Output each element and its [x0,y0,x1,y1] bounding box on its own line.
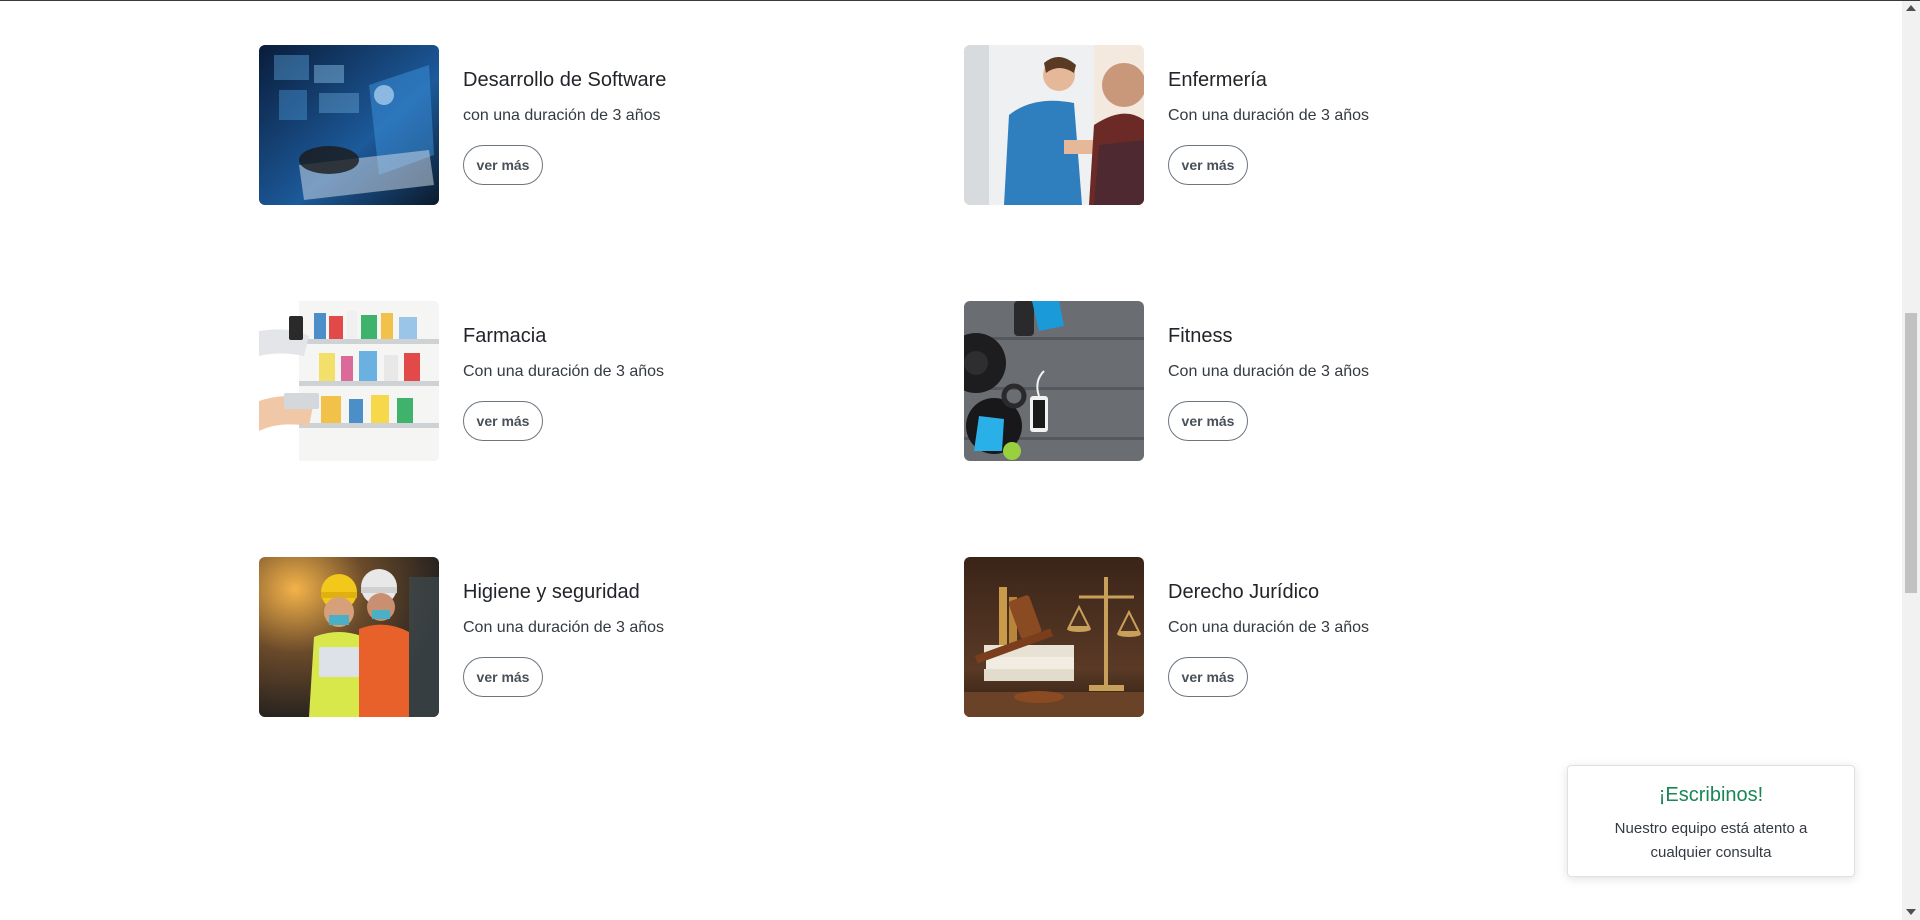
course-description: Con una duración de 3 años [1168,363,1370,380]
course-title: Enfermería [1168,69,1267,91]
chat-widget-text: Nuestro equipo está atento a cualquier c… [1614,820,1808,861]
course-title: Farmacia [463,325,547,347]
ver-mas-button[interactable]: ver más [463,401,543,441]
course-description: Con una duración de 3 años [1168,619,1370,636]
ver-mas-button[interactable]: ver más [1168,657,1248,697]
contact-chat-widget[interactable]: ¡Escribinos! Nuestro equipo está atento … [1567,765,1855,877]
page: Desarrollo de Software con una duración … [0,0,1920,920]
ver-mas-button[interactable]: ver más [463,145,543,185]
fitness-photo [964,301,1144,461]
course-description: Con una duración de 3 años [463,363,665,380]
course-title: Fitness [1168,325,1233,347]
course-card-derecho: Derecho Jurídico Con una duración de 3 a… [964,557,1524,717]
nursing-photo [964,45,1144,205]
course-title: Desarrollo de Software [463,69,667,91]
safety-photo [259,557,439,717]
ver-mas-button[interactable]: ver más [463,657,543,697]
course-description: Con una duración de 3 años [1168,107,1370,124]
scroll-down-arrow-icon[interactable] [1906,909,1916,915]
course-title: Higiene y seguridad [463,581,640,603]
course-card-fitness: Fitness Con una duración de 3 años ver m… [964,301,1524,461]
scrollbar-thumb[interactable] [1905,313,1917,593]
scroll-up-arrow-icon[interactable] [1906,5,1916,11]
course-card-software: Desarrollo de Software con una duración … [259,45,819,205]
course-description: con una duración de 3 años [463,107,661,124]
course-card-enfermeria: Enfermería Con una duración de 3 años ve… [964,45,1524,205]
law-photo [964,557,1144,717]
course-card-farmacia: Farmacia Con una duración de 3 años ver … [259,301,819,461]
software-development-photo [259,45,439,205]
chat-widget-title: ¡Escribinos! [1658,784,1764,806]
course-title: Derecho Jurídico [1168,581,1320,603]
ver-mas-button[interactable]: ver más [1168,145,1248,185]
course-card-higiene: Higiene y seguridad Con una duración de … [259,557,819,717]
pharmacy-photo [259,301,439,461]
ver-mas-button[interactable]: ver más [1168,401,1248,441]
course-description: Con una duración de 3 años [463,619,665,636]
